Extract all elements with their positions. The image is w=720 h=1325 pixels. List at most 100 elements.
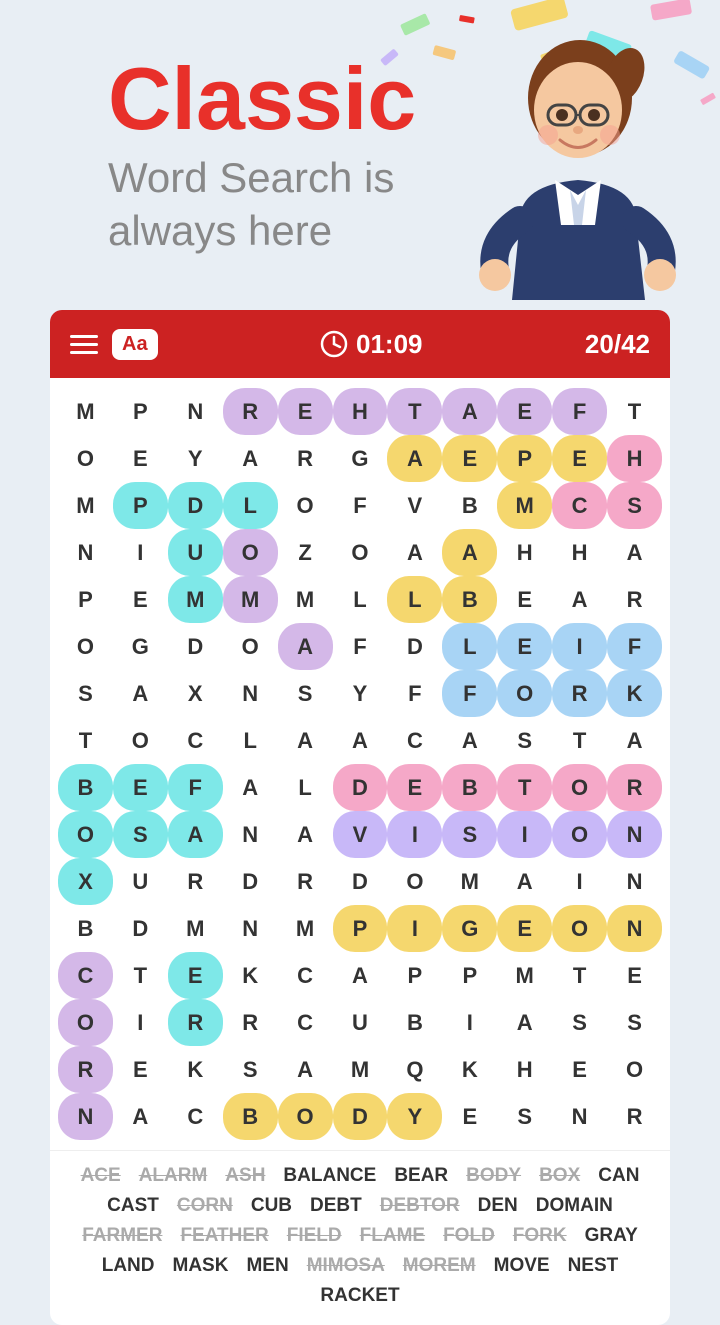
grid-cell[interactable]: I bbox=[113, 999, 168, 1046]
grid-cell[interactable]: M bbox=[58, 388, 113, 435]
grid-cell[interactable]: M bbox=[168, 576, 223, 623]
grid-cell[interactable]: B bbox=[58, 764, 113, 811]
grid-cell[interactable]: A bbox=[442, 529, 497, 576]
grid-cell[interactable]: D bbox=[333, 858, 388, 905]
grid-cell[interactable]: N bbox=[223, 905, 278, 952]
grid-cell[interactable]: M bbox=[278, 905, 333, 952]
grid-cell[interactable]: I bbox=[442, 999, 497, 1046]
grid-cell[interactable]: Q bbox=[387, 1046, 442, 1093]
grid-cell[interactable]: U bbox=[113, 858, 168, 905]
grid-cell[interactable]: X bbox=[168, 670, 223, 717]
grid-cell[interactable]: P bbox=[333, 905, 388, 952]
grid-cell[interactable]: S bbox=[497, 717, 552, 764]
grid-cell[interactable]: M bbox=[278, 576, 333, 623]
grid-cell[interactable]: R bbox=[168, 858, 223, 905]
grid-cell[interactable]: T bbox=[387, 388, 442, 435]
grid-cell[interactable]: L bbox=[333, 576, 388, 623]
grid-cell[interactable]: F bbox=[168, 764, 223, 811]
grid-cell[interactable]: A bbox=[278, 1046, 333, 1093]
grid-cell[interactable]: A bbox=[223, 764, 278, 811]
grid-cell[interactable]: C bbox=[168, 717, 223, 764]
font-button[interactable]: Aa bbox=[112, 329, 158, 360]
grid-cell[interactable]: N bbox=[607, 858, 662, 905]
grid-cell[interactable]: D bbox=[223, 858, 278, 905]
grid-cell[interactable]: M bbox=[333, 1046, 388, 1093]
grid-cell[interactable]: L bbox=[442, 623, 497, 670]
grid-cell[interactable]: E bbox=[497, 388, 552, 435]
grid-cell[interactable]: E bbox=[113, 576, 168, 623]
grid-cell[interactable]: H bbox=[497, 529, 552, 576]
grid-cell[interactable]: N bbox=[607, 905, 662, 952]
grid-cell[interactable]: X bbox=[58, 858, 113, 905]
grid-cell[interactable]: D bbox=[168, 482, 223, 529]
grid-cell[interactable]: B bbox=[442, 764, 497, 811]
grid-cell[interactable]: G bbox=[333, 435, 388, 482]
grid-cell[interactable]: S bbox=[113, 811, 168, 858]
grid-cell[interactable]: S bbox=[497, 1093, 552, 1140]
grid-cell[interactable]: A bbox=[387, 529, 442, 576]
grid-cell[interactable]: O bbox=[223, 529, 278, 576]
grid-cell[interactable]: F bbox=[442, 670, 497, 717]
grid-cell[interactable]: D bbox=[168, 623, 223, 670]
grid-cell[interactable]: O bbox=[552, 764, 607, 811]
grid-cell[interactable]: R bbox=[607, 1093, 662, 1140]
grid-cell[interactable]: S bbox=[58, 670, 113, 717]
grid-cell[interactable]: E bbox=[387, 764, 442, 811]
grid-cell[interactable]: N bbox=[58, 529, 113, 576]
grid-cell[interactable]: C bbox=[168, 1093, 223, 1140]
grid-cell[interactable]: M bbox=[223, 576, 278, 623]
grid-cell[interactable]: B bbox=[387, 999, 442, 1046]
grid-cell[interactable]: A bbox=[497, 999, 552, 1046]
grid-cell[interactable]: A bbox=[278, 623, 333, 670]
grid-cell[interactable]: A bbox=[333, 717, 388, 764]
grid-cell[interactable]: F bbox=[387, 670, 442, 717]
grid-cell[interactable]: K bbox=[168, 1046, 223, 1093]
grid-cell[interactable]: H bbox=[607, 435, 662, 482]
grid-cell[interactable]: M bbox=[168, 905, 223, 952]
grid-cell[interactable]: O bbox=[607, 1046, 662, 1093]
grid-cell[interactable]: K bbox=[442, 1046, 497, 1093]
grid-cell[interactable]: K bbox=[223, 952, 278, 999]
grid-cell[interactable]: O bbox=[387, 858, 442, 905]
grid-cell[interactable]: E bbox=[552, 435, 607, 482]
grid-cell[interactable]: O bbox=[552, 905, 607, 952]
grid-cell[interactable]: P bbox=[442, 952, 497, 999]
grid-cell[interactable]: S bbox=[442, 811, 497, 858]
grid-cell[interactable]: N bbox=[223, 670, 278, 717]
grid-cell[interactable]: Y bbox=[387, 1093, 442, 1140]
grid-cell[interactable]: T bbox=[607, 388, 662, 435]
grid-cell[interactable]: E bbox=[168, 952, 223, 999]
grid-cell[interactable]: D bbox=[333, 764, 388, 811]
grid-cell[interactable]: H bbox=[552, 529, 607, 576]
grid-cell[interactable]: R bbox=[278, 858, 333, 905]
grid-cell[interactable]: L bbox=[387, 576, 442, 623]
grid-cell[interactable]: B bbox=[442, 482, 497, 529]
grid-cell[interactable]: T bbox=[497, 764, 552, 811]
grid-cell[interactable]: R bbox=[223, 388, 278, 435]
grid-cell[interactable]: P bbox=[58, 576, 113, 623]
grid-cell[interactable]: E bbox=[442, 435, 497, 482]
grid-cell[interactable]: E bbox=[113, 435, 168, 482]
grid-cell[interactable]: A bbox=[387, 435, 442, 482]
grid-cell[interactable]: P bbox=[497, 435, 552, 482]
grid-cell[interactable]: O bbox=[58, 435, 113, 482]
grid-cell[interactable]: E bbox=[442, 1093, 497, 1140]
grid-cell[interactable]: N bbox=[58, 1093, 113, 1140]
grid-cell[interactable]: R bbox=[607, 576, 662, 623]
grid-cell[interactable]: B bbox=[58, 905, 113, 952]
grid-cell[interactable]: E bbox=[497, 623, 552, 670]
grid-cell[interactable]: I bbox=[552, 623, 607, 670]
grid-cell[interactable]: A bbox=[552, 576, 607, 623]
grid-cell[interactable]: O bbox=[497, 670, 552, 717]
grid-cell[interactable]: L bbox=[278, 764, 333, 811]
grid-cell[interactable]: Z bbox=[278, 529, 333, 576]
grid-cell[interactable]: N bbox=[223, 811, 278, 858]
grid-cell[interactable]: C bbox=[387, 717, 442, 764]
grid-cell[interactable]: F bbox=[552, 388, 607, 435]
grid-cell[interactable]: A bbox=[442, 388, 497, 435]
grid-cell[interactable]: A bbox=[278, 811, 333, 858]
grid-cell[interactable]: S bbox=[607, 999, 662, 1046]
grid-cell[interactable]: O bbox=[58, 623, 113, 670]
grid-cell[interactable]: L bbox=[223, 717, 278, 764]
grid-cell[interactable]: E bbox=[497, 905, 552, 952]
